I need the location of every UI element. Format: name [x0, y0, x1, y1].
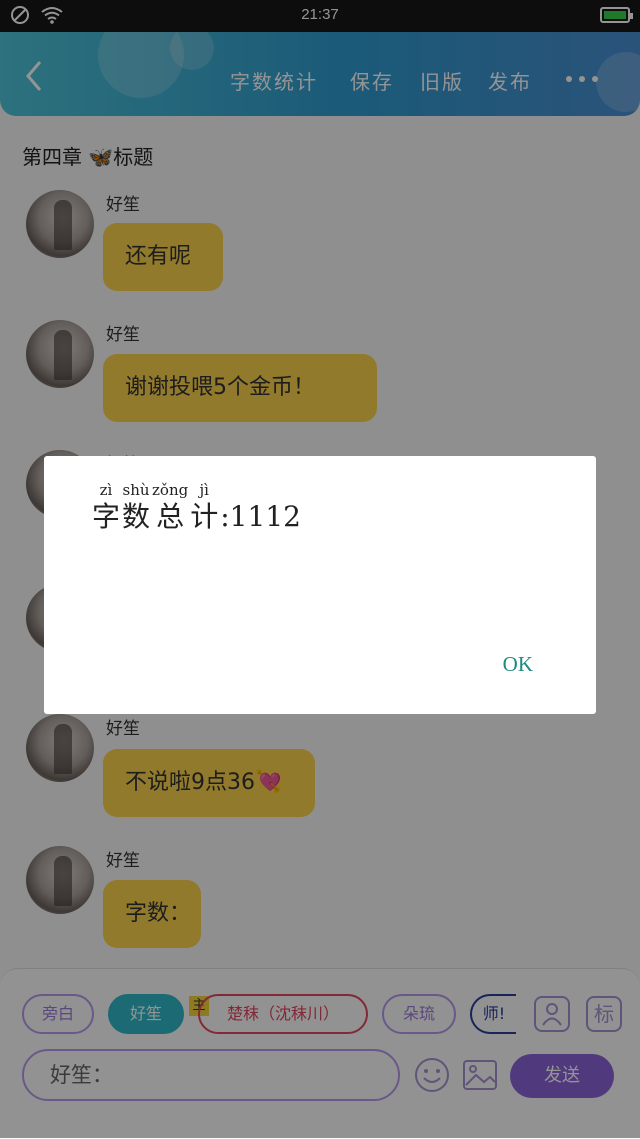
hanzi: 数 [122, 500, 151, 533]
dialog-title: zì 字 shù 数 zǒng 总 jì 计 :1112 [92, 482, 301, 534]
word-count-value: :1112 [220, 500, 301, 533]
pinyin: shù [122, 481, 150, 499]
ruby-char: jì 计 [190, 482, 218, 534]
hanzi: 计 [190, 500, 219, 533]
ruby-char: zì 字 [92, 482, 120, 534]
ruby-char: zǒng 总 [152, 482, 188, 534]
pinyin: zǒng [152, 481, 189, 499]
word-count-dialog: zì 字 shù 数 zǒng 总 jì 计 :1112 OK [44, 456, 596, 714]
hanzi: 总 [156, 500, 185, 533]
pinyin: jì [199, 481, 209, 499]
ruby-char: shù 数 [122, 482, 150, 534]
ok-button[interactable]: OK [503, 652, 533, 677]
hanzi: 字 [92, 500, 121, 533]
pinyin: zì [99, 481, 113, 499]
